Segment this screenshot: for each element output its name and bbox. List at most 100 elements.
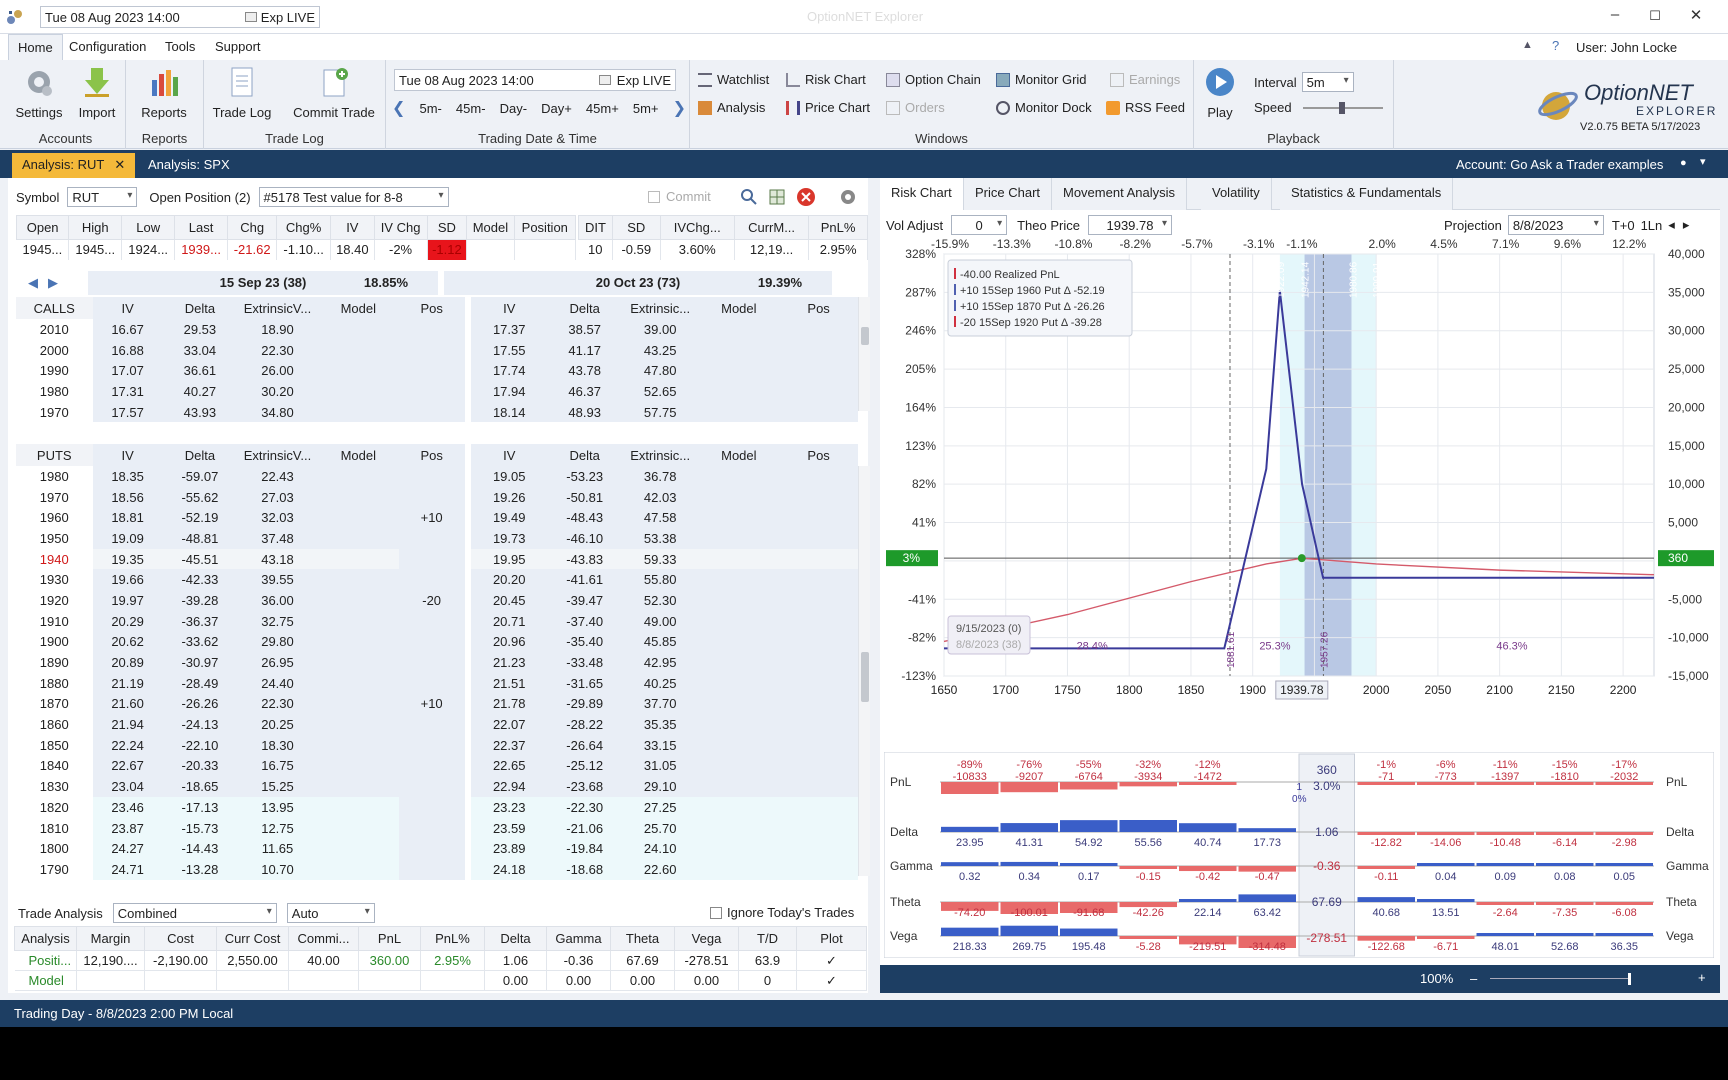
chain-row[interactable]: 1900 20.62 -33.62 29.80 20.96 -35.40 45.85 bbox=[16, 631, 858, 653]
chain-strike[interactable]: 1870 bbox=[16, 693, 93, 715]
step-45m-minus[interactable]: 45m- bbox=[456, 101, 486, 116]
ta-header-3[interactable]: Curr Cost bbox=[216, 926, 289, 951]
chain-pos[interactable] bbox=[398, 610, 465, 632]
ribbon-date-field[interactable]: Tue 08 Aug 2023 14:00 Exp LIVE bbox=[394, 69, 676, 91]
chain-strike[interactable]: 1970 bbox=[16, 486, 93, 508]
chain-row[interactable]: 1970 17.57 43.93 34.80 18.14 48.93 57.75 bbox=[16, 401, 858, 423]
prev-projection-icon[interactable]: ◂ bbox=[1668, 217, 1675, 233]
tab-analysis-spx[interactable]: Analysis: SPX bbox=[138, 153, 240, 178]
chain-strike[interactable]: 1790 bbox=[16, 859, 93, 880]
quote-header-8[interactable]: SD bbox=[426, 215, 468, 240]
theo-price-spinner[interactable]: 1939.78 bbox=[1087, 215, 1172, 235]
ta-header-6[interactable]: PnL% bbox=[420, 926, 485, 951]
chain-row[interactable]: 1970 18.56 -55.62 27.03 19.26 -50.81 42.03 bbox=[16, 486, 858, 508]
reports-button[interactable]: Reports bbox=[134, 66, 194, 120]
chain2-col-2[interactable]: Extrinsic... bbox=[621, 297, 699, 319]
calendar-icon[interactable] bbox=[598, 75, 611, 85]
chain-col-0[interactable]: IV bbox=[92, 444, 163, 466]
analysis-button[interactable]: Analysis bbox=[698, 100, 765, 115]
step-forward-icon[interactable]: ❯ bbox=[673, 98, 686, 118]
chain-pos[interactable] bbox=[398, 401, 465, 423]
quote-header-5[interactable]: Chg% bbox=[276, 215, 332, 240]
chain-pos[interactable] bbox=[398, 528, 465, 549]
chain-pos[interactable] bbox=[398, 838, 465, 860]
chain-pos[interactable]: +10 bbox=[398, 507, 465, 529]
chain-col-3[interactable]: Model bbox=[317, 444, 399, 466]
chain-row[interactable]: 1960 18.81 -52.19 32.03 +10 19.49 -48.43 47.58 bbox=[16, 507, 858, 529]
calendar-icon[interactable] bbox=[244, 12, 257, 22]
tab-risk-chart[interactable]: Risk Chart bbox=[880, 178, 964, 210]
chain-row[interactable]: 1790 24.71 -13.28 10.70 24.18 -18.68 22.60 bbox=[16, 859, 858, 880]
chain-strike[interactable]: 2000 bbox=[16, 339, 93, 361]
risk-chart-button[interactable]: Risk Chart bbox=[786, 72, 866, 87]
earnings-button[interactable]: Earnings bbox=[1110, 72, 1180, 87]
ta-header-1[interactable]: Margin bbox=[76, 926, 145, 951]
chain-row[interactable]: 1880 21.19 -28.49 24.40 21.51 -31.65 40.25 bbox=[16, 672, 858, 694]
trade-analysis-mode-select[interactable]: Combined bbox=[112, 903, 277, 923]
tab-movement-analysis[interactable]: Movement Analysis bbox=[1052, 178, 1187, 210]
calls-scrollbar[interactable] bbox=[858, 297, 870, 411]
zoom-slider-thumb[interactable] bbox=[1628, 973, 1631, 985]
chain-pos[interactable] bbox=[398, 319, 465, 340]
step-45m-plus[interactable]: 45m+ bbox=[586, 101, 619, 116]
chain-col-2[interactable]: ExtrinsicV... bbox=[237, 297, 318, 319]
help-icon[interactable]: ? bbox=[1552, 38, 1559, 53]
export-grid-icon[interactable] bbox=[768, 188, 786, 206]
chain2-col-4[interactable]: Pos bbox=[779, 444, 858, 466]
interval-select[interactable]: 5m bbox=[1301, 72, 1354, 92]
chain-col-1[interactable]: Delta bbox=[162, 297, 238, 319]
import-button[interactable]: Import bbox=[72, 66, 122, 120]
watchlist-button[interactable]: Watchlist bbox=[698, 72, 769, 87]
chain-pos[interactable] bbox=[398, 797, 465, 818]
orders-button[interactable]: Orders bbox=[886, 100, 945, 115]
ta-header-9[interactable]: Theta bbox=[610, 926, 675, 951]
chain2-col-3[interactable]: Model bbox=[698, 444, 780, 466]
chain-row[interactable]: 1830 23.04 -18.65 15.25 22.94 -23.68 29.10 bbox=[16, 776, 858, 797]
chain-pos[interactable] bbox=[398, 381, 465, 402]
chain-row[interactable]: 1920 19.97 -39.28 36.00 -20 20.45 -39.47 52.30 bbox=[16, 590, 858, 611]
chain-col-0[interactable]: IV bbox=[92, 297, 163, 319]
puts-scroll-thumb[interactable] bbox=[861, 652, 869, 702]
chain-row[interactable]: 1800 24.27 -14.43 11.65 23.89 -19.84 24.10 bbox=[16, 838, 858, 860]
ta-header-5[interactable]: PnL bbox=[358, 926, 421, 951]
chain-strike[interactable]: 1930 bbox=[16, 569, 93, 591]
chain-col-4[interactable]: Pos bbox=[398, 297, 465, 319]
chain-row[interactable]: 1950 19.09 -48.81 37.48 19.73 -46.10 53.38 bbox=[16, 528, 858, 549]
prev-expiry-icon[interactable]: ◀ bbox=[28, 275, 38, 291]
chain-strike[interactable]: 1900 bbox=[16, 631, 93, 653]
quote-header-2[interactable]: Low bbox=[121, 215, 176, 240]
zoom-in-icon[interactable]: + bbox=[1698, 970, 1706, 985]
chain-pos[interactable] bbox=[398, 486, 465, 508]
ta-header-4[interactable]: Commi... bbox=[288, 926, 359, 951]
quote-header-0[interactable]: Open bbox=[15, 215, 70, 240]
chain2-col-0[interactable]: IV bbox=[470, 444, 548, 466]
step-5m-minus[interactable]: 5m- bbox=[419, 101, 441, 116]
quote-header-4[interactable]: Chg bbox=[227, 215, 278, 240]
chain-row[interactable]: 1980 17.31 40.27 30.20 17.94 46.37 52.65 bbox=[16, 381, 858, 402]
quote-header-7[interactable]: IV Chg bbox=[373, 215, 428, 240]
chain-strike[interactable]: 1950 bbox=[16, 528, 93, 549]
calls-scroll-thumb[interactable] bbox=[861, 327, 869, 345]
search-icon[interactable] bbox=[740, 188, 758, 206]
app-icon[interactable] bbox=[6, 8, 24, 26]
quote-header-1[interactable]: High bbox=[68, 215, 123, 240]
position-stats-header-2[interactable]: IVChg... bbox=[659, 215, 735, 240]
next-expiry-icon[interactable]: ▶ bbox=[48, 275, 58, 291]
chain-row[interactable]: 1890 20.89 -30.97 26.95 21.23 -33.48 42.95 bbox=[16, 652, 858, 673]
current-price-marker[interactable] bbox=[1297, 554, 1306, 563]
price-chart-button[interactable]: Price Chart bbox=[786, 100, 870, 115]
chain-row[interactable]: 1850 22.24 -22.10 18.30 22.37 -26.64 33.15 bbox=[16, 734, 858, 756]
menu-tools[interactable]: Tools bbox=[156, 34, 204, 60]
ta-header-10[interactable]: Vega bbox=[674, 926, 739, 951]
chain2-col-2[interactable]: Extrinsic... bbox=[621, 444, 699, 466]
chain2-col-4[interactable]: Pos bbox=[779, 297, 858, 319]
quote-header-6[interactable]: IV bbox=[330, 215, 375, 240]
chain-col-1[interactable]: Delta bbox=[162, 444, 238, 466]
chain-strike[interactable]: 1810 bbox=[16, 817, 93, 839]
next-projection-icon[interactable]: ▸ bbox=[1683, 217, 1690, 233]
step-day-minus[interactable]: Day- bbox=[500, 101, 527, 116]
symbol-select[interactable]: RUT bbox=[67, 187, 138, 207]
tab-price-chart[interactable]: Price Chart bbox=[964, 178, 1053, 210]
chain-pos[interactable] bbox=[398, 776, 465, 797]
chain-strike[interactable]: 1980 bbox=[16, 466, 93, 487]
